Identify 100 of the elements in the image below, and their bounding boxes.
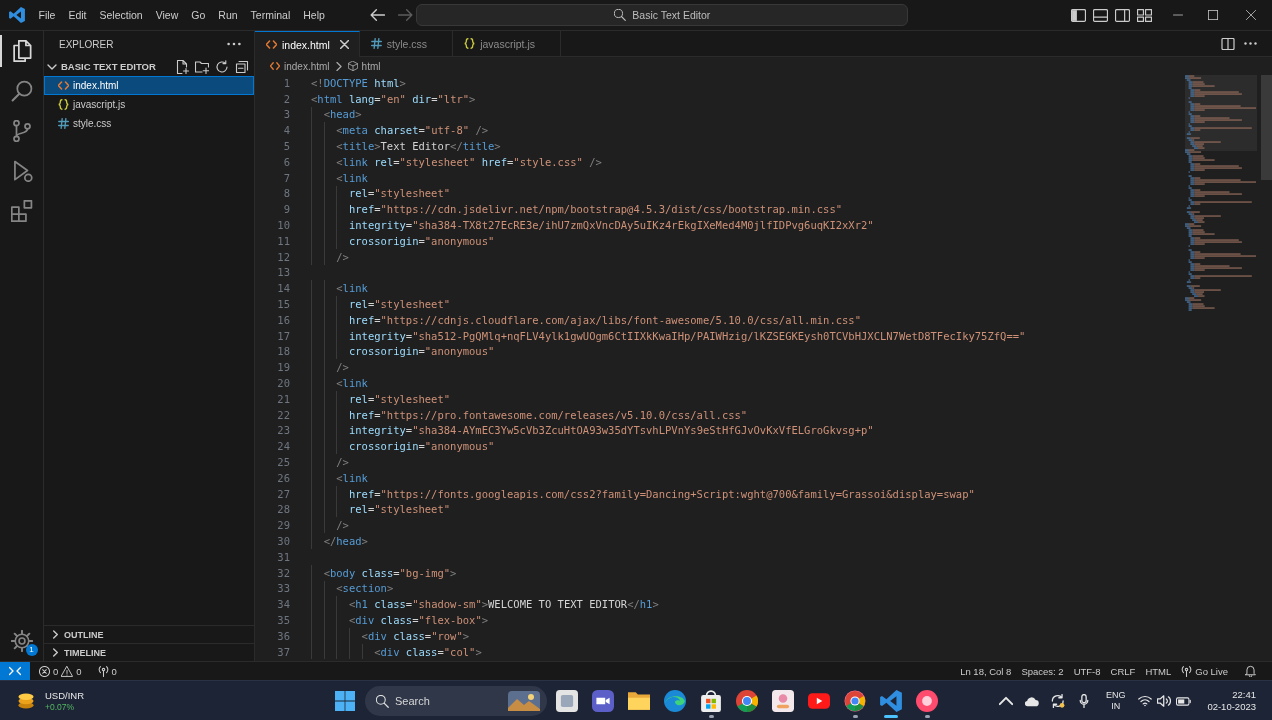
line-number: 36 xyxy=(277,629,290,642)
search-icon xyxy=(614,9,627,21)
sync-icon[interactable] xyxy=(1050,694,1065,708)
command-center[interactable]: Basic Text Editor xyxy=(416,4,909,26)
tree-item[interactable]: javascript.js xyxy=(44,95,254,114)
close-icon[interactable] xyxy=(339,40,349,49)
back-arrow-icon[interactable] xyxy=(370,9,386,21)
minimize-icon[interactable] xyxy=(1171,14,1184,16)
menu-item[interactable]: Selection xyxy=(93,6,150,24)
line-number: 23 xyxy=(277,424,290,437)
battery-icon[interactable] xyxy=(1176,696,1192,706)
active-indicator xyxy=(0,35,2,67)
collapse-all-icon[interactable] xyxy=(235,59,249,74)
split-editor-icon[interactable] xyxy=(1221,37,1235,50)
language-button[interactable]: ENG IN xyxy=(1100,689,1131,713)
remote-button[interactable] xyxy=(0,662,30,680)
breadcrumb-item[interactable]: index.html xyxy=(270,60,330,72)
line-number: 7 xyxy=(283,171,290,184)
tile-icon[interactable] xyxy=(772,690,794,712)
layout-sidebar-icon[interactable] xyxy=(1071,8,1086,22)
line-number: 28 xyxy=(277,503,290,516)
code-line: <link xyxy=(336,171,368,184)
ring-circle-icon[interactable] xyxy=(844,690,866,712)
folder-icon[interactable] xyxy=(628,690,650,712)
clock-button[interactable]: 22:41 02-10-2023 xyxy=(1207,688,1256,714)
bell-icon[interactable] xyxy=(1245,665,1256,677)
ribbon-logo-icon[interactable] xyxy=(880,690,902,712)
play-button-icon[interactable] xyxy=(808,690,830,712)
code-line: crossorigin="anonymous" xyxy=(348,440,495,453)
line-number: 25 xyxy=(277,456,290,468)
status-item[interactable]: Spaces: 2 xyxy=(1016,662,1069,680)
menu-item[interactable]: File xyxy=(32,6,62,24)
ports-button[interactable]: 0 xyxy=(92,662,122,680)
search-icon[interactable] xyxy=(10,80,33,102)
code-line: integrity="sha384-AYmEC3Yw5cVb3ZcuHtOA93w35dYTsvhLPVnYs9eStHfGJvOvKxVfELGroGkvsg+p" xyxy=(348,424,874,437)
notification-badge: 1 xyxy=(25,644,38,656)
files-icon[interactable] xyxy=(10,40,33,62)
new-file-icon[interactable] xyxy=(175,59,189,74)
maximize-icon[interactable] xyxy=(1207,10,1218,20)
source-control-icon[interactable] xyxy=(10,120,33,142)
start-icon[interactable] xyxy=(335,691,355,711)
line-number: 16 xyxy=(277,313,290,326)
menu-item[interactable]: Run xyxy=(211,6,245,24)
menu-item[interactable]: Help xyxy=(296,6,332,24)
breadcrumb-item[interactable]: html xyxy=(347,60,381,72)
scrollbar-thumb[interactable] xyxy=(1261,75,1272,180)
menu-item[interactable]: Edit xyxy=(61,6,93,24)
bag-icon[interactable] xyxy=(700,690,722,712)
extensions-icon[interactable] xyxy=(10,200,33,222)
refresh-icon[interactable] xyxy=(215,59,229,74)
squares-icon[interactable] xyxy=(556,690,578,712)
new-folder-icon[interactable] xyxy=(195,59,209,74)
minimap[interactable] xyxy=(1185,75,1257,311)
tricolor-circle-icon[interactable] xyxy=(736,690,758,712)
record-icon[interactable] xyxy=(916,690,938,712)
menu-item[interactable]: Terminal xyxy=(244,6,297,24)
wifi-icon[interactable] xyxy=(1138,695,1153,707)
code-line: href="https://fonts.googleapis.com/css2?family=Dancing+Script:wght@700&family=Grassoi&display=swap" xyxy=(348,487,975,500)
more-actions-icon[interactable] xyxy=(1244,42,1257,45)
status-item[interactable]: UTF-8 xyxy=(1068,662,1106,680)
landscape-picture-icon xyxy=(508,691,540,711)
braces-icon xyxy=(464,38,476,49)
line-number: 3 xyxy=(283,108,290,121)
braces-icon xyxy=(58,99,69,110)
settings-icon[interactable] xyxy=(10,630,33,652)
folder-header[interactable]: BASIC TEXT EDITOR xyxy=(44,61,175,72)
menu-item[interactable]: View xyxy=(149,6,185,24)
line-number: 31 xyxy=(277,550,290,563)
more-actions-icon[interactable] xyxy=(227,42,241,46)
line-number: 18 xyxy=(277,345,290,358)
cloud-icon[interactable] xyxy=(1024,694,1039,708)
app-logo-icon[interactable] xyxy=(9,7,25,23)
panel-header[interactable]: OUTLINE xyxy=(44,625,254,643)
tree-item[interactable]: style.css xyxy=(44,114,254,133)
menu-item[interactable]: Go xyxy=(184,6,212,24)
angle-brackets-icon xyxy=(58,80,69,91)
speaker-icon[interactable] xyxy=(1157,695,1172,707)
code-line: <div class="col"> xyxy=(374,645,482,658)
layout-grid-icon[interactable] xyxy=(1137,8,1152,22)
line-number: 32 xyxy=(277,566,290,579)
editor-tab[interactable]: javascript.js xyxy=(453,31,561,56)
editor-tab[interactable]: style.css xyxy=(359,31,454,56)
editor-tab[interactable]: index.html xyxy=(255,31,360,57)
status-item[interactable]: HTML xyxy=(1140,662,1177,680)
status-item[interactable]: Ln 18, Col 8 xyxy=(955,662,1017,680)
close-icon[interactable] xyxy=(1246,10,1256,20)
search-icon xyxy=(376,695,389,708)
error-icon xyxy=(39,665,50,677)
layout-panel-icon[interactable] xyxy=(1093,8,1108,22)
go-live-button[interactable]: Go Live xyxy=(1176,662,1233,680)
status-item[interactable]: CRLF xyxy=(1105,662,1141,680)
video-chat-icon[interactable] xyxy=(592,690,614,712)
swirl-icon[interactable] xyxy=(664,690,686,712)
code-line: <section> xyxy=(336,582,394,595)
tree-item[interactable]: index.html xyxy=(44,76,254,95)
remote-icon xyxy=(9,666,21,676)
line-number: 11 xyxy=(277,234,290,247)
chevron-up-icon[interactable] xyxy=(998,694,1013,708)
layout-sidebar-right-icon[interactable] xyxy=(1115,8,1130,22)
problems-button[interactable]: 0 0 xyxy=(34,662,87,680)
